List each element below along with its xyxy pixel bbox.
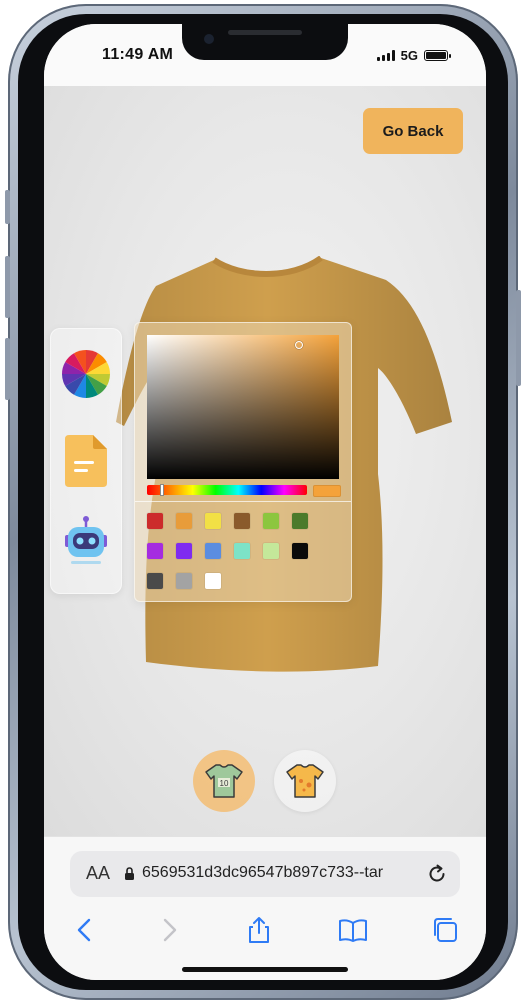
logo-shirt-icon: 10 bbox=[205, 764, 243, 798]
color-swatch[interactable] bbox=[176, 513, 192, 529]
volume-up-button bbox=[5, 256, 10, 318]
color-swatch[interactable] bbox=[147, 543, 163, 559]
volume-down-button bbox=[5, 338, 10, 400]
color-swatch[interactable] bbox=[234, 543, 250, 559]
color-swatch[interactable] bbox=[205, 513, 221, 529]
color-wheel-button[interactable] bbox=[61, 349, 111, 399]
bookmarks-icon[interactable] bbox=[338, 915, 368, 945]
home-indicator bbox=[182, 967, 348, 972]
earpiece bbox=[228, 30, 302, 35]
reader-settings-button[interactable]: AA bbox=[86, 863, 110, 884]
web-content: Go Back 10 bbox=[44, 86, 486, 836]
address-bar[interactable]: AA 6569531d3dc96547b897c733--tar bbox=[70, 851, 460, 897]
ai-picker-button[interactable] bbox=[61, 515, 111, 565]
saturation-handle[interactable] bbox=[295, 341, 303, 349]
hue-slider[interactable] bbox=[147, 484, 307, 496]
screen: 11:49 AM 5G Go Back 10 AA 6569531d3dc965… bbox=[44, 24, 486, 980]
tab-stylish-shirt[interactable] bbox=[274, 750, 336, 812]
stylish-shirt-icon bbox=[286, 764, 324, 798]
saturation-brightness-area[interactable] bbox=[147, 335, 339, 479]
color-swatch[interactable] bbox=[147, 513, 163, 529]
go-back-button[interactable]: Go Back bbox=[363, 108, 463, 154]
tabs-icon[interactable] bbox=[430, 915, 460, 945]
action-button bbox=[5, 190, 10, 224]
picker-divider bbox=[135, 501, 351, 502]
forward-icon[interactable] bbox=[154, 915, 184, 945]
file-icon bbox=[65, 435, 107, 487]
url-text: 6569531d3dc96547b897c733--tar bbox=[142, 864, 384, 881]
color-swatch[interactable] bbox=[176, 543, 192, 559]
color-swatch[interactable] bbox=[176, 573, 192, 589]
reload-icon[interactable] bbox=[426, 863, 448, 885]
color-swatch[interactable] bbox=[147, 573, 163, 589]
color-swatch[interactable] bbox=[205, 573, 221, 589]
color-swatch[interactable] bbox=[263, 513, 279, 529]
left-toolbar bbox=[50, 328, 122, 594]
color-swatch[interactable] bbox=[292, 543, 308, 559]
color-swatch[interactable] bbox=[292, 513, 308, 529]
lock-icon bbox=[125, 867, 134, 880]
color-swatch[interactable] bbox=[263, 543, 279, 559]
file-picker-button[interactable] bbox=[61, 433, 111, 487]
tab-logo-shirt[interactable]: 10 bbox=[193, 750, 255, 812]
color-picker-panel bbox=[134, 322, 352, 602]
network-label: 5G bbox=[400, 48, 418, 63]
battery-icon bbox=[424, 50, 451, 61]
color-wheel-icon bbox=[61, 350, 111, 398]
status-indicators: 5G bbox=[376, 48, 451, 63]
safari-toolbar: AA 6569531d3dc96547b897c733--tar bbox=[44, 836, 486, 980]
back-icon[interactable] bbox=[70, 915, 100, 945]
status-time: 11:49 AM bbox=[102, 46, 174, 63]
color-swatch[interactable] bbox=[234, 513, 250, 529]
svg-text:10: 10 bbox=[220, 779, 229, 788]
share-icon[interactable] bbox=[244, 915, 274, 945]
notch bbox=[182, 24, 348, 60]
color-swatch[interactable] bbox=[205, 543, 221, 559]
power-button bbox=[516, 290, 521, 386]
hue-slider-handle[interactable] bbox=[160, 484, 164, 496]
current-color-swatch bbox=[313, 485, 341, 497]
robot-icon bbox=[65, 516, 107, 564]
front-camera bbox=[204, 34, 214, 44]
signal-icon bbox=[376, 50, 395, 61]
